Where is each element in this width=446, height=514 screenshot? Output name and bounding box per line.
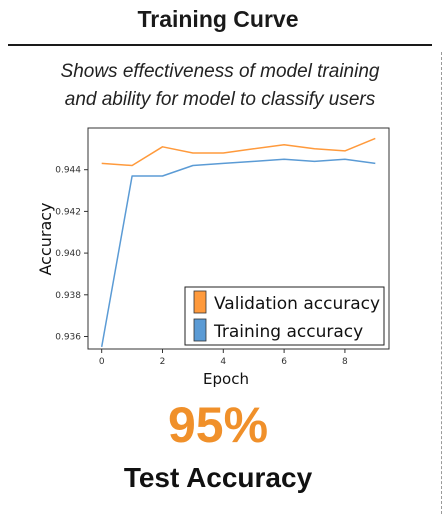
y-tick-label: 0.936 [55, 332, 81, 342]
card-subtitle: Shows effectiveness of model training an… [10, 58, 430, 114]
x-tick-label: 0 [99, 357, 105, 367]
test-accuracy-value: 95% [167, 397, 269, 453]
y-axis-label: Accuracy [36, 202, 55, 275]
x-tick-label: 2 [160, 357, 166, 367]
x-axis-label: Epoch [203, 370, 249, 388]
y-tick-label: 0.938 [55, 291, 81, 301]
legend-label-validation: Validation accuracy [214, 294, 380, 314]
title-divider [8, 44, 432, 46]
training-curve-card: Training Curve Shows effectiveness of mo… [0, 0, 446, 514]
y-axis-ticks: 0.936 0.938 0.940 0.942 0.944 [55, 166, 88, 342]
training-chart: 0.936 0.938 0.940 0.942 0.944 0 2 4 6 8 Accuracy… [30, 122, 402, 392]
y-tick-label: 0.944 [55, 166, 81, 176]
chart-svg: 0.936 0.938 0.940 0.942 0.944 0 2 4 6 8 Accuracy… [36, 127, 390, 388]
y-tick-label: 0.942 [55, 207, 81, 217]
chart-legend: Validation accuracy Training accuracy [184, 286, 385, 346]
x-tick-label: 6 [281, 357, 287, 367]
legend-swatch-training [193, 318, 207, 342]
card-title: Training Curve [137, 6, 299, 32]
subtitle-line-2: and ability for model to classify users [64, 89, 376, 110]
test-accuracy-label: Test Accuracy [123, 462, 313, 493]
x-tick-label: 8 [342, 357, 348, 367]
y-tick-label: 0.940 [55, 249, 81, 259]
legend-swatch-validation [193, 290, 207, 314]
subtitle-line-1: Shows effectiveness of model training [60, 61, 380, 82]
x-tick-label: 4 [220, 357, 226, 367]
dashed-separator [441, 52, 442, 514]
legend-label-training: Training accuracy [213, 322, 363, 342]
x-axis-ticks: 0 2 4 6 8 [99, 349, 348, 367]
